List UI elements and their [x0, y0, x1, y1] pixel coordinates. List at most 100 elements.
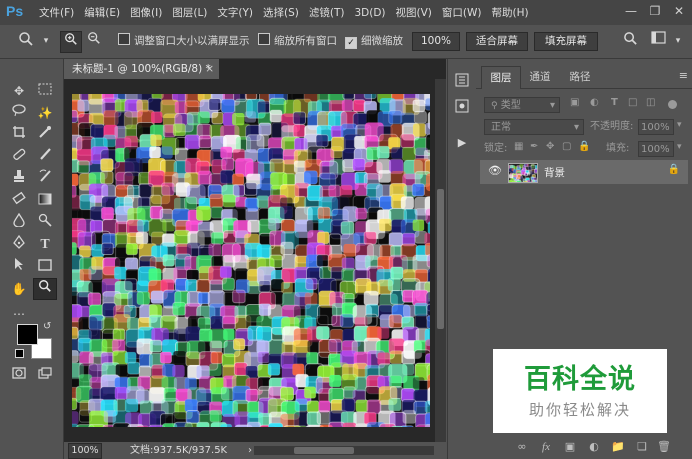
properties-panel-icon[interactable]: [454, 99, 470, 115]
move-tool-icon[interactable]: ✥: [8, 81, 30, 101]
chevron-down-icon[interactable]: ▾: [36, 31, 56, 51]
lock-all-icon[interactable]: 🔒: [578, 141, 590, 152]
blur-tool-icon[interactable]: [8, 212, 30, 233]
clone-stamp-icon[interactable]: [8, 169, 30, 189]
menu-type[interactable]: 文字(Y): [212, 5, 258, 20]
delete-layer-icon[interactable]: 🗑: [656, 439, 672, 455]
minimize-icon[interactable]: —: [622, 2, 640, 20]
history-brush-icon[interactable]: [34, 169, 56, 189]
zoom-value-field[interactable]: 100%: [412, 32, 460, 51]
close-icon[interactable]: ×: [205, 59, 214, 79]
resize-windows-option[interactable]: 调整窗口大小以满屏显示: [118, 32, 250, 50]
fill-screen-button[interactable]: 填充屏幕: [534, 32, 598, 51]
history-panel-icon[interactable]: [454, 73, 470, 89]
filter-kind-select[interactable]: ⚲ 类型 ▾: [484, 97, 560, 113]
scroll-thumb[interactable]: [294, 447, 354, 454]
menu-bar: Ps 文件(F) 编辑(E) 图像(I) 图层(L) 文字(Y) 选择(S) 滤…: [0, 0, 692, 25]
zoom-out-icon[interactable]: [84, 31, 104, 51]
eraser-tool-icon[interactable]: [8, 191, 30, 211]
more-tools-icon[interactable]: …: [8, 301, 30, 321]
zoom-in-icon[interactable]: [60, 31, 82, 53]
menu-view[interactable]: 视图(V): [391, 5, 437, 20]
filter-smart-object-icon[interactable]: ◫: [646, 97, 655, 108]
chevron-down-icon[interactable]: ▾: [668, 31, 688, 51]
menu-window[interactable]: 窗口(W): [437, 5, 487, 20]
scrubby-zoom-checkbox[interactable]: ✓: [345, 37, 357, 49]
eye-visibility-icon[interactable]: 👁: [488, 164, 502, 177]
gradient-tool-icon[interactable]: [34, 191, 56, 211]
filter-shape-icon[interactable]: □: [628, 97, 637, 108]
document-tab[interactable]: 未标题-1 @ 100%(RGB/8) * ×: [64, 59, 219, 79]
fit-screen-button[interactable]: 适合屏幕: [466, 32, 528, 51]
tab-channels[interactable]: 通道: [521, 66, 559, 88]
lock-artboard-icon[interactable]: ▢: [562, 141, 571, 152]
crop-tool-icon[interactable]: [8, 125, 30, 145]
foreground-color-swatch[interactable]: [17, 324, 38, 345]
quick-mask-icon[interactable]: [8, 365, 30, 385]
blend-mode-select[interactable]: 正常 ▾: [484, 119, 584, 135]
rectangle-tool-icon[interactable]: [34, 257, 56, 277]
menu-layer[interactable]: 图层(L): [167, 5, 212, 20]
lasso-tool-icon[interactable]: [8, 103, 30, 123]
pen-tool-icon[interactable]: [8, 234, 30, 255]
link-layers-icon[interactable]: ∞: [514, 439, 530, 455]
close-icon[interactable]: ✕: [670, 2, 688, 20]
filter-toggle-icon[interactable]: [668, 100, 677, 109]
play-action-icon[interactable]: ▶: [454, 135, 470, 151]
fill-field[interactable]: 100%: [638, 141, 674, 157]
menu-edit[interactable]: 编辑(E): [79, 5, 125, 20]
scrubby-zoom-option[interactable]: ✓ 细微缩放: [345, 32, 403, 50]
filter-pixel-icon[interactable]: ▣: [570, 97, 579, 108]
menu-image[interactable]: 图像(I): [125, 5, 167, 20]
layer-name[interactable]: 背景: [544, 165, 565, 180]
scroll-thumb[interactable]: [437, 189, 444, 329]
workspace-icon[interactable]: [648, 31, 668, 51]
filter-adjustment-icon[interactable]: ◐: [590, 97, 599, 108]
search-icon[interactable]: [620, 31, 640, 51]
add-mask-icon[interactable]: ▣: [562, 439, 578, 455]
hand-tool-icon[interactable]: ✋: [8, 279, 30, 299]
type-tool-icon[interactable]: T: [34, 235, 56, 255]
horizontal-scrollbar[interactable]: [254, 446, 434, 455]
new-layer-icon[interactable]: ❏: [634, 439, 650, 455]
image-canvas[interactable]: [72, 94, 430, 427]
chevron-down-icon[interactable]: ▾: [677, 120, 682, 130]
swap-colors-icon[interactable]: ↺: [43, 321, 51, 332]
default-colors-icon[interactable]: [15, 349, 24, 358]
layer-row[interactable]: 👁 背景 🔒: [480, 160, 688, 184]
menu-filter[interactable]: 滤镜(T): [304, 5, 350, 20]
vertical-scrollbar[interactable]: [435, 79, 446, 442]
fx-icon[interactable]: fx: [538, 439, 554, 455]
menu-3d[interactable]: 3D(D): [349, 7, 390, 19]
healing-brush-icon[interactable]: [8, 147, 30, 167]
zoom-all-windows-checkbox[interactable]: [258, 33, 270, 45]
menu-file[interactable]: 文件(F): [34, 5, 79, 20]
zoom-tool-icon[interactable]: [33, 278, 57, 300]
panel-menu-icon[interactable]: ≡: [679, 69, 688, 82]
menu-select[interactable]: 选择(S): [258, 5, 304, 20]
lock-position-icon[interactable]: ✥: [546, 141, 554, 152]
chevron-down-icon[interactable]: ▾: [677, 142, 682, 152]
marquee-tool-icon[interactable]: [34, 81, 56, 101]
screen-mode-icon[interactable]: [34, 365, 56, 385]
restore-icon[interactable]: ❐: [646, 2, 664, 20]
path-selection-icon[interactable]: [8, 257, 30, 277]
brush-tool-icon[interactable]: [34, 147, 56, 167]
opacity-field[interactable]: 100%: [638, 119, 674, 135]
magic-wand-icon[interactable]: ✨: [34, 103, 56, 123]
eyedropper-icon[interactable]: [34, 125, 56, 145]
status-zoom-field[interactable]: 100%: [68, 443, 102, 459]
tab-layers[interactable]: 图层: [481, 66, 521, 89]
menu-help[interactable]: 帮助(H): [487, 5, 534, 20]
lock-transparent-icon[interactable]: ▦: [514, 141, 523, 152]
chevron-right-icon[interactable]: ›: [248, 442, 252, 459]
zoom-tool-preset-icon[interactable]: [16, 31, 36, 51]
lock-pixels-icon[interactable]: ✒: [530, 141, 538, 152]
new-group-icon[interactable]: 📁: [610, 439, 626, 455]
adjustment-layer-icon[interactable]: ◐: [586, 439, 602, 455]
resize-windows-checkbox[interactable]: [118, 33, 130, 45]
filter-type-icon[interactable]: T: [611, 97, 618, 108]
dodge-tool-icon[interactable]: [34, 213, 56, 233]
tab-paths[interactable]: 路径: [561, 66, 599, 88]
zoom-all-windows-option[interactable]: 缩放所有窗口: [258, 32, 337, 50]
